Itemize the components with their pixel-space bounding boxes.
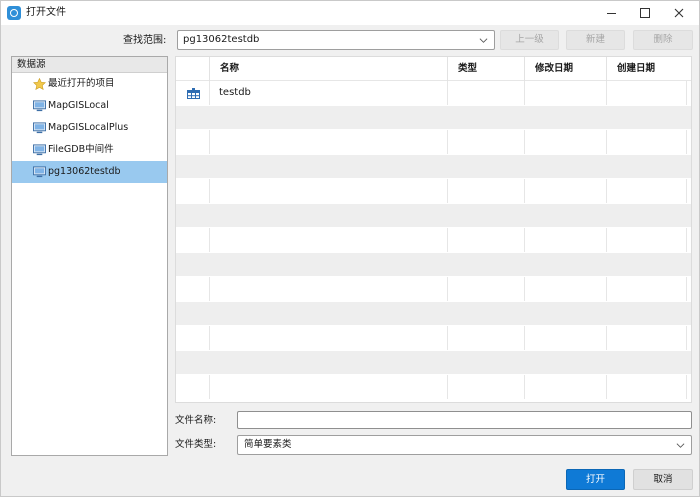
app-icon — [7, 6, 21, 20]
column-header-type[interactable]: 类型 — [447, 57, 524, 81]
filetype-label: 文件类型: — [175, 439, 217, 450]
table-row — [176, 252, 691, 277]
monitor-icon — [33, 122, 46, 134]
list-rows: testdb — [176, 81, 691, 400]
table-row[interactable]: testdb — [176, 81, 691, 106]
source-item-label: MapGISLocal — [48, 100, 109, 111]
column-header-created[interactable]: 创建日期 — [606, 57, 686, 81]
chevron-down-icon — [676, 443, 685, 448]
table-row — [176, 105, 691, 130]
filename-label: 文件名称: — [175, 415, 217, 426]
up-level-button[interactable]: 上一级 — [500, 30, 559, 50]
monitor-icon — [33, 166, 46, 178]
table-row — [176, 203, 691, 228]
delete-button[interactable]: 删除 — [633, 30, 693, 50]
table-row — [176, 326, 691, 351]
data-source-panel: 数据源 最近打开的项目 MapGISLocal MapGISLocalPlus — [11, 56, 168, 456]
title-bar: 打开文件 — [1, 1, 699, 25]
open-button[interactable]: 打开 — [566, 469, 625, 490]
source-item-label: 最近打开的项目 — [48, 78, 115, 89]
close-icon — [674, 8, 684, 18]
close-button[interactable] — [662, 1, 696, 25]
list-header: 名称 类型 修改日期 创建日期 — [176, 57, 691, 81]
table-row — [176, 130, 691, 155]
data-source-header: 数据源 — [12, 57, 167, 73]
table-row — [176, 277, 691, 302]
minimize-button[interactable] — [594, 1, 628, 25]
row-name: testdb — [219, 87, 251, 98]
source-item-recent[interactable]: 最近打开的项目 — [12, 73, 167, 95]
star-icon — [33, 78, 46, 90]
table-row — [176, 179, 691, 204]
maximize-button[interactable] — [628, 1, 662, 25]
table-row — [176, 228, 691, 253]
window-title: 打开文件 — [26, 7, 66, 18]
source-item-mapgislocalplus[interactable]: MapGISLocalPlus — [12, 117, 167, 139]
new-button[interactable]: 新建 — [566, 30, 625, 50]
column-header-name[interactable]: 名称 — [209, 57, 447, 81]
column-header-icon[interactable] — [176, 57, 209, 81]
lookin-label: 查找范围: — [123, 35, 167, 46]
source-item-label: FileGDB中间件 — [48, 144, 114, 155]
table-row — [176, 301, 691, 326]
file-list: 名称 类型 修改日期 创建日期 testdb — [175, 56, 692, 403]
open-file-dialog: 打开文件 查找范围: pg13062testdb 上一级 新建 删除 数据源 最… — [0, 0, 700, 497]
source-item-pg13062testdb[interactable]: pg13062testdb — [12, 161, 167, 183]
source-item-label: MapGISLocalPlus — [48, 122, 129, 133]
lookin-combobox[interactable]: pg13062testdb — [177, 30, 495, 50]
filetype-value: 简单要素类 — [244, 439, 292, 450]
table-row — [176, 375, 691, 400]
source-item-filegdb[interactable]: FileGDB中间件 — [12, 139, 167, 161]
column-header-modified[interactable]: 修改日期 — [524, 57, 606, 81]
table-row — [176, 350, 691, 375]
source-item-label: pg13062testdb — [48, 166, 121, 177]
monitor-icon — [33, 100, 46, 112]
table-row — [176, 154, 691, 179]
source-item-mapgislocal[interactable]: MapGISLocal — [12, 95, 167, 117]
chevron-down-icon — [479, 38, 488, 43]
cancel-button[interactable]: 取消 — [633, 469, 693, 490]
database-table-icon — [187, 88, 200, 99]
filename-input[interactable] — [237, 411, 692, 429]
filetype-combobox[interactable]: 简单要素类 — [237, 435, 692, 455]
monitor-icon — [33, 144, 46, 156]
lookin-value: pg13062testdb — [183, 34, 260, 45]
